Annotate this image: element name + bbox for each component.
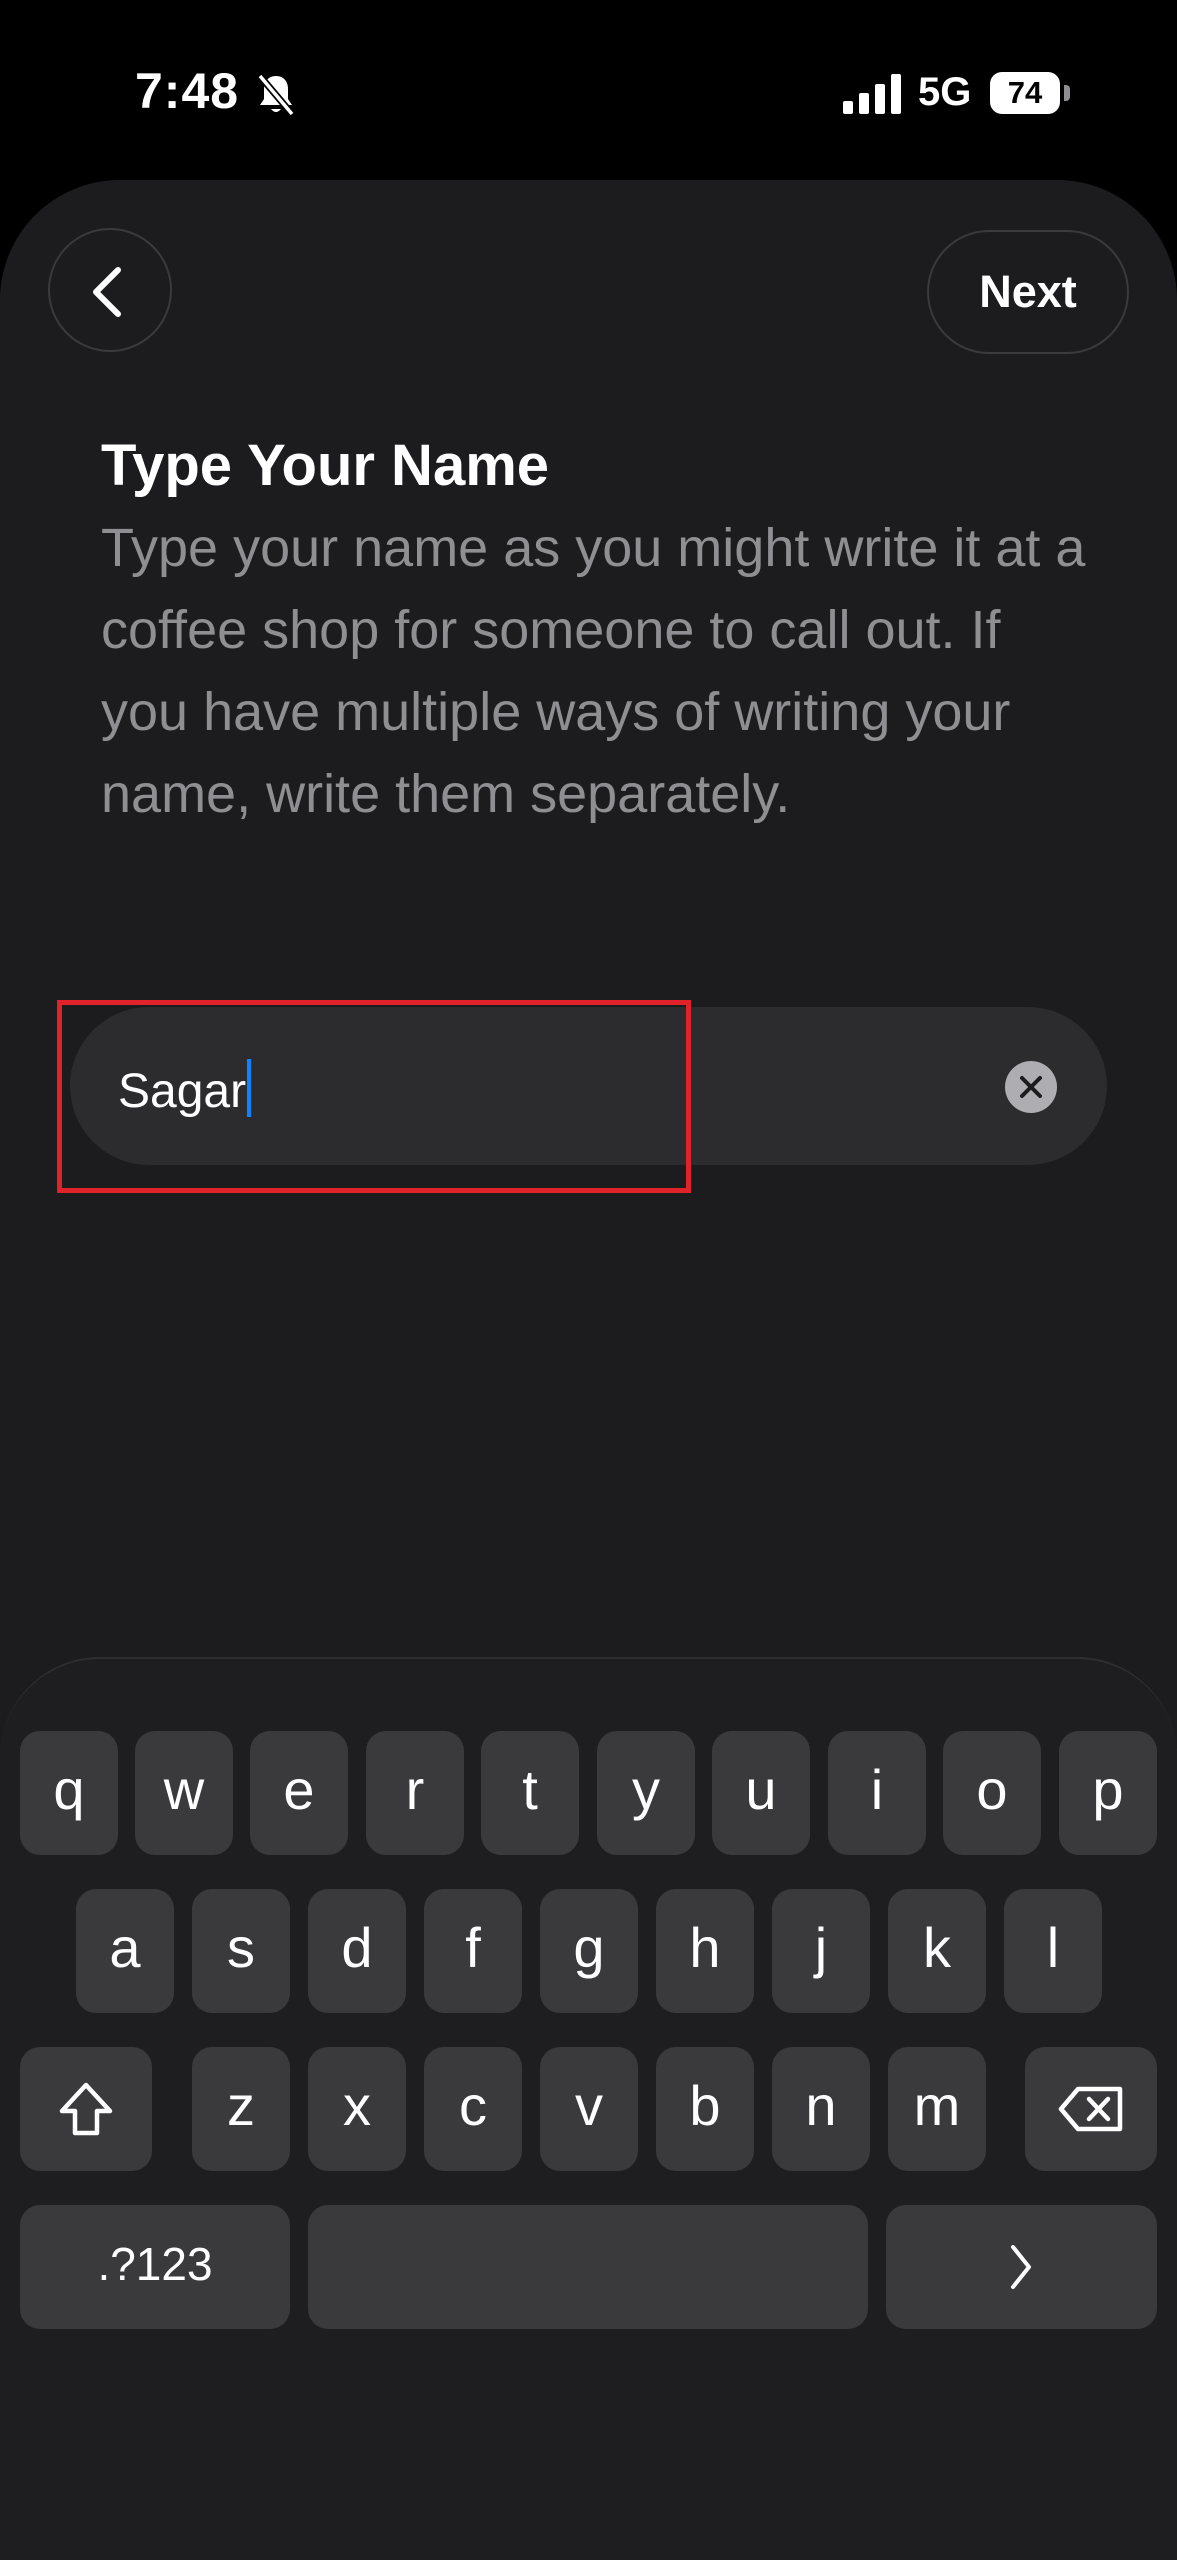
key-d[interactable]: d — [308, 1889, 406, 2013]
backspace-icon — [1058, 2086, 1123, 2132]
key-q[interactable]: q — [20, 1731, 118, 1855]
battery-tip — [1064, 85, 1070, 101]
bell-slash-icon — [257, 73, 295, 117]
key-p[interactable]: p — [1059, 1731, 1157, 1855]
numbers-key[interactable]: .?123 — [20, 2205, 290, 2329]
key-j[interactable]: j — [772, 1889, 870, 2013]
page-title: Type Your Name — [101, 433, 550, 498]
key-o[interactable]: o — [943, 1731, 1041, 1855]
key-e[interactable]: e — [250, 1731, 348, 1855]
key-k[interactable]: k — [888, 1889, 986, 2013]
key-x[interactable]: x — [308, 2047, 406, 2171]
shift-arrow-icon — [59, 2082, 113, 2136]
key-y[interactable]: y — [597, 1731, 695, 1855]
go-key[interactable] — [886, 2205, 1157, 2329]
key-t[interactable]: t — [481, 1731, 579, 1855]
cellular-signal-icon — [843, 74, 901, 114]
key-g[interactable]: g — [540, 1889, 638, 2013]
network-type: 5G — [918, 70, 972, 114]
status-bar: 7:48 5G 74 — [0, 0, 1177, 180]
key-u[interactable]: u — [712, 1731, 810, 1855]
status-time: 7:48 — [135, 63, 240, 119]
key-b[interactable]: b — [656, 2047, 754, 2171]
battery-icon: 74 — [990, 72, 1072, 114]
battery-level: 74 — [990, 72, 1060, 114]
key-s[interactable]: s — [192, 1889, 290, 2013]
key-n[interactable]: n — [772, 2047, 870, 2171]
key-c[interactable]: c — [424, 2047, 522, 2171]
chevron-right-icon — [1011, 2245, 1031, 2289]
delete-key[interactable] — [1025, 2047, 1157, 2171]
key-m[interactable]: m — [888, 2047, 986, 2171]
clear-button[interactable] — [1005, 1061, 1057, 1113]
key-h[interactable]: h — [656, 1889, 754, 2013]
key-z[interactable]: z — [192, 2047, 290, 2171]
next-button[interactable]: Next — [927, 230, 1129, 354]
space-key[interactable] — [308, 2205, 868, 2329]
shift-key[interactable] — [20, 2047, 152, 2171]
chevron-left-icon — [93, 267, 121, 317]
key-v[interactable]: v — [540, 2047, 638, 2171]
clear-x-icon — [1020, 1076, 1042, 1098]
key-l[interactable]: l — [1004, 1889, 1102, 2013]
page-description: Type your name as you might write it at … — [101, 518, 1086, 824]
back-button[interactable] — [48, 228, 172, 352]
key-w[interactable]: w — [135, 1731, 233, 1855]
key-i[interactable]: i — [828, 1731, 926, 1855]
key-a[interactable]: a — [76, 1889, 174, 2013]
highlight-box — [57, 1000, 691, 1193]
key-r[interactable]: r — [366, 1731, 464, 1855]
key-f[interactable]: f — [424, 1889, 522, 2013]
